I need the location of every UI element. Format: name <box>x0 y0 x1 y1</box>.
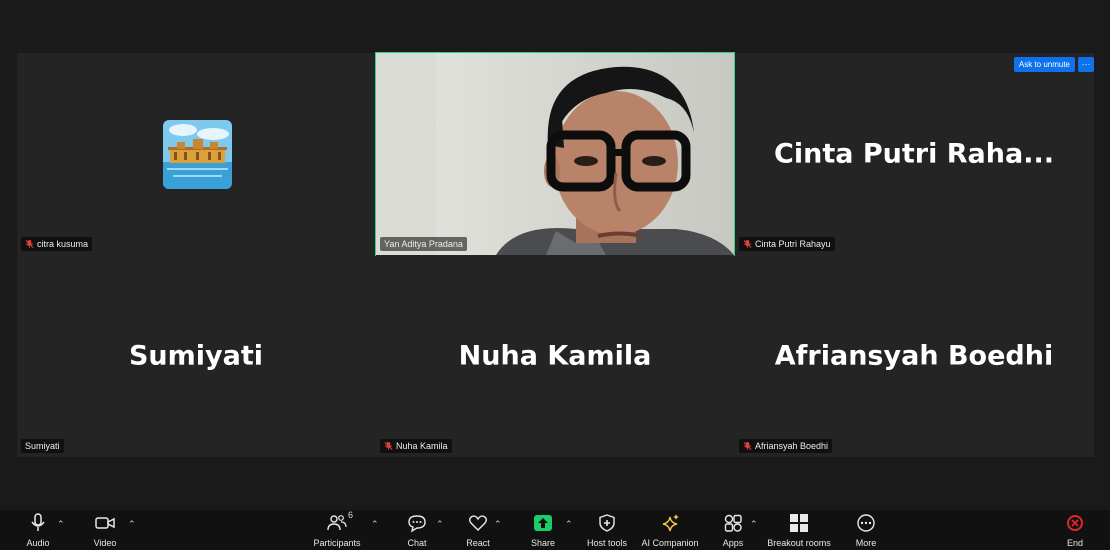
video-gallery: citra kusuma Yan Aditya Pradana Cinta Pu… <box>17 52 1094 457</box>
more-label: More <box>855 538 877 548</box>
name-tag: citra kusuma <box>21 237 93 251</box>
shield-icon <box>599 514 615 532</box>
participant-display-name: Nuha Kamila <box>458 340 652 372</box>
microphone-muted-icon <box>743 239 752 249</box>
tile-controls: Ask to unmute ··· <box>1013 57 1094 72</box>
participant-video-feed <box>376 53 734 255</box>
participant-name: citra kusuma <box>37 239 89 249</box>
share-label: Share <box>530 538 556 548</box>
participant-tile-cinta-putri-rahayu[interactable]: Cinta Putri Raha... Cinta Putri Rahayu <box>735 53 1093 255</box>
name-tag: Yan Aditya Pradana <box>380 237 467 251</box>
breakout-rooms-label: Breakout rooms <box>767 538 831 548</box>
apps-icon <box>724 514 742 532</box>
apps-label: Apps <box>722 538 744 548</box>
audio-options-caret[interactable]: ⌃ <box>57 519 65 530</box>
name-tag: Afriansyah Boedhi <box>739 439 833 453</box>
more-dots-icon <box>857 514 875 532</box>
microphone-muted-icon <box>743 441 752 451</box>
participant-name: Sumiyati <box>25 441 60 451</box>
chat-label: Chat <box>407 538 427 548</box>
react-label: React <box>466 538 490 548</box>
participants-button[interactable]: Participants <box>297 513 377 548</box>
participant-display-name: Afriansyah Boedhi <box>774 340 1054 372</box>
react-options-caret[interactable]: ⌃ <box>494 519 502 530</box>
participant-name: Nuha Kamila <box>396 441 448 451</box>
host-tools-label: Host tools <box>586 538 628 548</box>
video-camera-icon <box>95 517 115 529</box>
participant-name: Cinta Putri Rahayu <box>755 239 831 249</box>
participants-count: 6 <box>348 510 354 520</box>
participant-display-name: Cinta Putri Raha... <box>774 138 1054 170</box>
name-tag: Nuha Kamila <box>380 439 452 453</box>
end-icon <box>1067 515 1083 531</box>
apps-options-caret[interactable]: ⌃ <box>750 519 758 530</box>
participant-name: Afriansyah Boedhi <box>755 441 829 451</box>
participants-icon <box>327 515 347 531</box>
name-tag: Cinta Putri Rahayu <box>739 237 835 251</box>
participant-tile-sumiyati[interactable]: Sumiyati Sumiyati <box>17 255 375 457</box>
chat-icon <box>408 515 426 533</box>
ai-companion-label: AI Companion <box>641 538 699 548</box>
participant-avatar <box>163 120 232 189</box>
participant-display-name: Sumiyati <box>128 340 264 372</box>
participant-tile-nuha-kamila[interactable]: Nuha Kamila Nuha Kamila <box>376 255 734 457</box>
participant-name: Yan Aditya Pradana <box>384 239 463 249</box>
participants-label: Participants <box>313 538 361 548</box>
end-label: End <box>1066 538 1083 548</box>
video-options-caret[interactable]: ⌃ <box>128 519 136 530</box>
audio-label: Audio <box>26 538 50 548</box>
video-label: Video <box>93 538 117 548</box>
participant-tile-citra-kusuma[interactable]: citra kusuma <box>17 53 375 255</box>
breakout-rooms-icon <box>790 514 808 532</box>
more-options-button[interactable]: ··· <box>1078 57 1094 72</box>
sparkle-icon <box>662 514 679 532</box>
microphone-muted-icon <box>384 441 393 451</box>
participant-tile-yan-aditya-pradana[interactable]: Yan Aditya Pradana <box>375 52 735 256</box>
name-tag: Sumiyati <box>21 439 64 453</box>
share-screen-icon <box>534 515 552 531</box>
more-button[interactable]: More <box>826 513 906 548</box>
microphone-muted-icon <box>25 239 34 249</box>
microphone-icon <box>31 513 45 531</box>
ask-to-unmute-button[interactable]: Ask to unmute <box>1013 57 1075 72</box>
heart-icon <box>469 515 487 531</box>
participant-tile-afriansyah-boedhi[interactable]: Afriansyah Boedhi Afriansyah Boedhi <box>735 255 1093 457</box>
meeting-toolbar: Audio ⌃ Video ⌃ Participants 6 ⌃ Chat ⌃ <box>0 510 1110 550</box>
end-meeting-button[interactable]: End <box>1035 513 1110 548</box>
